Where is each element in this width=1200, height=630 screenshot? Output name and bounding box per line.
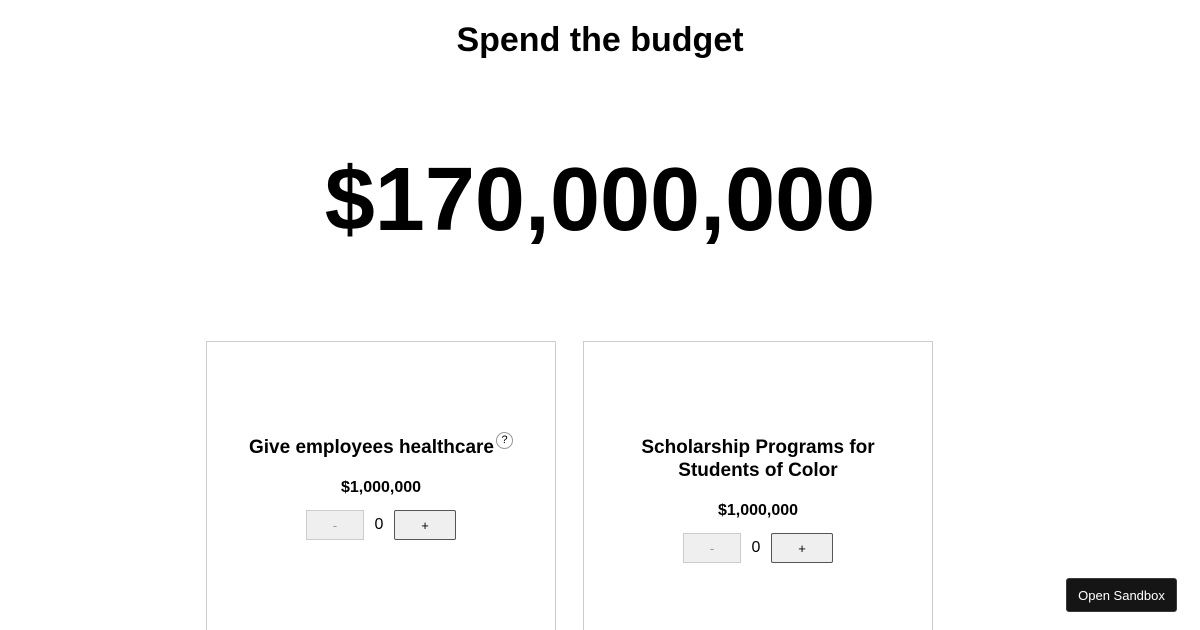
open-sandbox-button[interactable]: Open Sandbox: [1066, 578, 1177, 612]
decrease-button[interactable]: -: [683, 533, 741, 563]
item-card-scholarship: Scholarship Programs for Students of Col…: [583, 341, 933, 630]
quantity-value: 0: [751, 539, 761, 556]
card-content: Scholarship Programs for Students of Col…: [584, 436, 932, 563]
page-title: Spend the budget: [456, 21, 744, 59]
card-title: Give employees healthcare?: [207, 432, 555, 459]
card-title-text: Scholarship Programs for Students of Col…: [641, 437, 875, 481]
card-title: Scholarship Programs for Students of Col…: [584, 436, 932, 482]
card-content: Give employees healthcare? $1,000,000 - …: [207, 432, 555, 540]
card-price: $1,000,000: [340, 479, 422, 496]
increase-button[interactable]: +: [394, 510, 456, 540]
quantity-value: 0: [374, 516, 384, 533]
card-price: $1,000,000: [717, 502, 799, 519]
page: Spend the budget $170,000,000 Give emplo…: [0, 0, 1200, 630]
quantity-stepper: - 0 +: [584, 533, 932, 563]
card-title-text: Give employees healthcare: [248, 437, 494, 458]
quantity-stepper: - 0 +: [207, 510, 555, 540]
item-card-healthcare: Give employees healthcare? $1,000,000 - …: [206, 341, 556, 630]
increase-button[interactable]: +: [771, 533, 833, 563]
help-icon[interactable]: ?: [496, 432, 513, 449]
decrease-button[interactable]: -: [306, 510, 364, 540]
budget-amount: $170,000,000: [324, 150, 876, 250]
